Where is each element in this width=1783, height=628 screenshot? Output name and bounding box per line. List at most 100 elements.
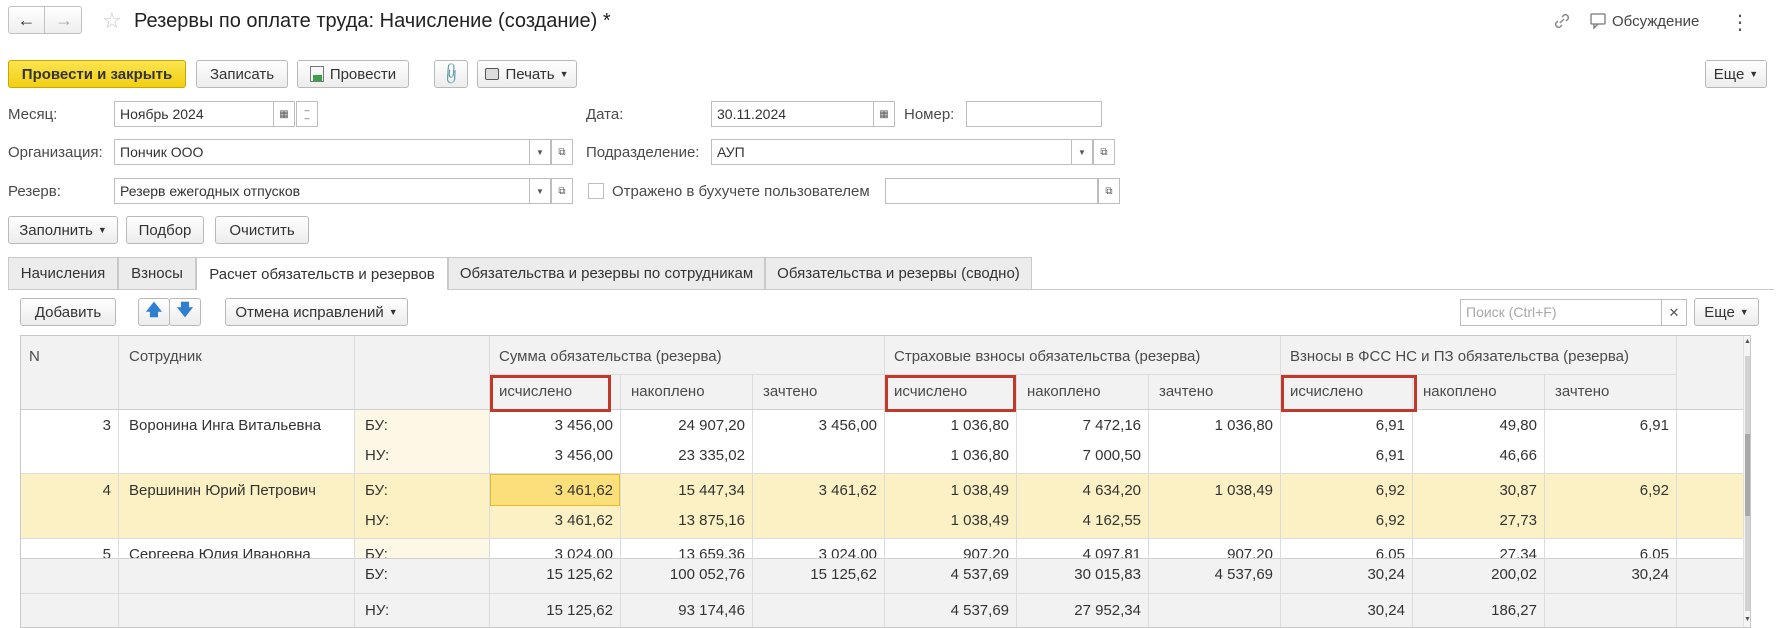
undo-corrections-button[interactable]: Отмена исправлений ▼ (225, 298, 408, 326)
cell-value[interactable]: 6,92 (1280, 512, 1405, 529)
vertical-scrollbar[interactable]: ▲ ▼ (1743, 336, 1750, 627)
department-open-button[interactable]: ⧉ (1093, 139, 1115, 165)
tab-contributions[interactable]: Взносы (118, 257, 196, 289)
discussion-button[interactable]: Обсуждение (1612, 13, 1699, 30)
header-offset[interactable]: зачтено (1555, 383, 1609, 400)
cell-value[interactable]: 907,20 (1148, 546, 1273, 558)
date-field[interactable]: 30.11.2024 (711, 101, 874, 127)
search-clear-button[interactable]: ✕ (1661, 299, 1687, 326)
department-dropdown[interactable]: ▼ (1071, 139, 1093, 165)
cell-value[interactable]: 907,20 (884, 546, 1009, 558)
header-accumulated[interactable]: накоплено (1423, 383, 1497, 400)
add-row-button[interactable]: Добавить (20, 298, 116, 326)
cell-value[interactable]: 27,34 (1412, 546, 1537, 558)
link-icon[interactable] (1552, 11, 1572, 31)
organization-open-button[interactable]: ⧉ (551, 139, 573, 165)
move-down-button[interactable]: 🡇 (169, 298, 201, 326)
cell-value[interactable]: 7 472,16 (1016, 417, 1141, 434)
scrollbar-thumb[interactable] (1745, 356, 1750, 434)
cell-value[interactable]: 1 038,49 (1148, 482, 1273, 499)
header-offset[interactable]: зачтено (763, 383, 817, 400)
cell-value[interactable]: 6,92 (1544, 482, 1669, 499)
calendar-button[interactable]: ▦ (273, 101, 295, 127)
cell-value[interactable]: 1 038,49 (884, 482, 1009, 499)
reflected-open-button[interactable]: ⧉ (1098, 178, 1120, 204)
post-and-close-button[interactable]: Провести и закрыть (8, 60, 186, 88)
header-employee[interactable]: Сотрудник (129, 348, 202, 365)
pick-button[interactable]: Подбор (126, 216, 204, 244)
tab-liabilities-calculation[interactable]: Расчет обязательств и резервов (196, 257, 448, 290)
cell-value[interactable]: 1 038,49 (884, 512, 1009, 529)
cell-value[interactable]: 7 000,50 (1016, 447, 1141, 464)
organization-field[interactable]: Пончик ООО (114, 139, 551, 165)
reserve-field[interactable]: Резерв ежегодных отпусков (114, 178, 551, 204)
cell-value[interactable]: 49,80 (1412, 417, 1537, 434)
cell-value[interactable]: 6,92 (1280, 482, 1405, 499)
calendar-icon: ▦ (279, 108, 289, 120)
cell-value[interactable]: 6,91 (1280, 447, 1405, 464)
cell-value[interactable]: 1 036,80 (884, 417, 1009, 434)
cell-value[interactable]: 13 875,16 (620, 512, 745, 529)
organization-dropdown[interactable]: ▼ (529, 139, 551, 165)
date-calendar-button[interactable]: ▦ (873, 101, 895, 127)
back-button[interactable]: ← (9, 7, 45, 33)
post-button[interactable]: Провести (297, 60, 409, 88)
cell-value[interactable]: 6,05 (1544, 546, 1669, 558)
month-stepper[interactable]: – – (296, 101, 318, 127)
cell-value[interactable]: 46,66 (1412, 447, 1537, 464)
move-up-button[interactable]: 🡅 (138, 298, 170, 326)
fill-button-label: Заполнить (19, 221, 93, 239)
table-more-button[interactable]: Еще ▼ (1694, 298, 1759, 326)
cell-value[interactable]: 4 162,55 (1016, 512, 1141, 529)
cell-value[interactable]: 1 036,80 (1148, 417, 1273, 434)
save-button[interactable]: Записать (196, 60, 288, 88)
cell-value[interactable]: 3 024,00 (489, 546, 613, 558)
more-menu-icon[interactable]: ⋮ (1730, 10, 1750, 35)
department-field[interactable]: АУП (711, 139, 1093, 165)
reserve-open-button[interactable]: ⧉ (551, 178, 573, 204)
tab-liabilities-by-employee[interactable]: Обязательства и резервы по сотрудникам (448, 257, 765, 289)
cell-value[interactable]: 3 461,62 (489, 512, 613, 529)
scroll-down-icon[interactable]: ▼ (1744, 616, 1750, 623)
forward-button[interactable]: → (46, 7, 82, 33)
header-accumulated[interactable]: накоплено (1027, 383, 1101, 400)
cell-value[interactable]: 6,91 (1280, 417, 1405, 434)
cell-value[interactable]: 3 456,00 (752, 417, 877, 434)
month-field[interactable]: Ноябрь 2024 (114, 101, 274, 127)
print-button[interactable]: Печать ▼ (477, 60, 577, 88)
reflected-checkbox[interactable] (588, 183, 604, 199)
number-field[interactable] (966, 101, 1102, 127)
cell-value[interactable]: 3 024,00 (752, 546, 877, 558)
attach-button[interactable]: 📎 (434, 60, 468, 88)
tab-accruals[interactable]: Начисления (8, 257, 118, 289)
cell-value[interactable]: 24 907,20 (620, 417, 745, 434)
cell-value[interactable]: 4 634,20 (1016, 482, 1141, 499)
cell-value[interactable]: 1 036,80 (884, 447, 1009, 464)
fill-button[interactable]: Заполнить ▼ (8, 216, 118, 244)
scrollbar-thumb-active[interactable] (1745, 434, 1750, 516)
more-button[interactable]: Еще ▼ (1705, 60, 1767, 88)
table-row[interactable]: 5 Сергеева Юлия Ивановна БУ: 3 024,00 13… (21, 538, 1743, 558)
reflected-user-field[interactable] (885, 178, 1098, 204)
header-accumulated[interactable]: накоплено (631, 383, 705, 400)
header-n[interactable]: N (29, 348, 40, 365)
cell-value[interactable]: 13 659,36 (620, 546, 745, 558)
cell-value[interactable]: 3 461,62 (489, 482, 613, 499)
cell-value[interactable]: 27,73 (1412, 512, 1537, 529)
cell-value[interactable]: 15 447,34 (620, 482, 745, 499)
tab-liabilities-summary[interactable]: Обязательства и резервы (сводно) (765, 257, 1032, 289)
header-offset[interactable]: зачтено (1159, 383, 1213, 400)
clear-button[interactable]: Очистить (215, 216, 309, 244)
cell-value[interactable]: 23 335,02 (620, 447, 745, 464)
cell-value[interactable]: 3 456,00 (489, 447, 613, 464)
cell-value[interactable]: 6,91 (1544, 417, 1669, 434)
cell-value[interactable]: 30,87 (1412, 482, 1537, 499)
search-input[interactable]: Поиск (Ctrl+F) (1460, 299, 1662, 326)
cell-value[interactable]: 3 461,62 (752, 482, 877, 499)
reserve-dropdown[interactable]: ▼ (529, 178, 551, 204)
scroll-up-icon[interactable]: ▲ (1744, 338, 1750, 345)
star-icon[interactable]: ☆ (102, 8, 122, 34)
cell-value[interactable]: 6,05 (1280, 546, 1405, 558)
cell-value[interactable]: 3 456,00 (489, 417, 613, 434)
cell-value[interactable]: 4 097,81 (1016, 546, 1141, 558)
